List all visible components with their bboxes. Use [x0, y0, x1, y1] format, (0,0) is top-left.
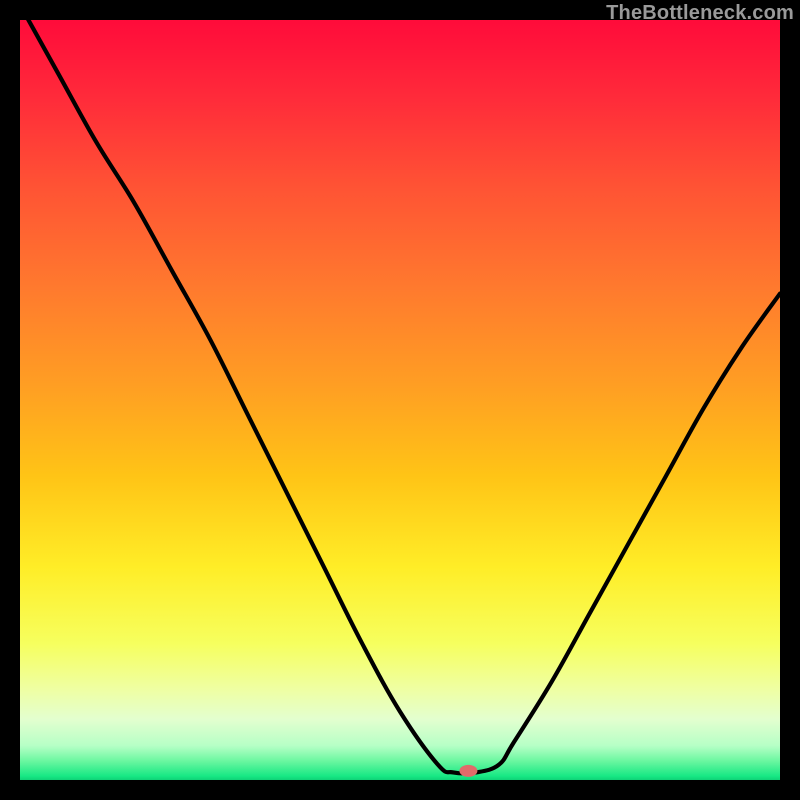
chart-frame: TheBottleneck.com — [0, 0, 800, 800]
bottleneck-plot — [20, 20, 780, 780]
optimal-marker — [459, 765, 477, 777]
gradient-background — [20, 20, 780, 780]
